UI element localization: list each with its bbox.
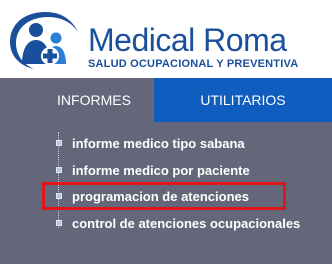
menu-item-informe-medico-por-paciente[interactable]: informe medico por paciente [56, 159, 250, 181]
tab-bar: INFORMES UTILITARIOS [0, 78, 332, 122]
medical-roma-logo-icon [10, 12, 78, 69]
menu-item-label: informe medico tipo sabana [72, 135, 245, 151]
highlight-box [42, 182, 286, 210]
menu-item-control-de-atenciones-ocupacionales[interactable]: control de atenciones ocupacionales [56, 212, 300, 234]
menu-item-label: control de atenciones ocupacionales [72, 215, 301, 231]
brand-name: Medical Roma [88, 22, 287, 58]
menu-item-label: informe medico por paciente [72, 162, 250, 178]
tree-node-icon [56, 220, 62, 226]
tab-informes[interactable]: INFORMES [34, 78, 154, 122]
brand-tagline: SALUD OCUPACIONAL Y PREVENTIVA [88, 58, 299, 70]
tab-utilitarios[interactable]: UTILITARIOS [154, 78, 332, 122]
tree-node-icon [56, 140, 62, 146]
header: Medical Roma SALUD OCUPACIONAL Y PREVENT… [0, 0, 332, 78]
tree-node-icon [56, 167, 62, 173]
menu-item-informe-medico-tipo-sabana[interactable]: informe medico tipo sabana [56, 132, 245, 154]
